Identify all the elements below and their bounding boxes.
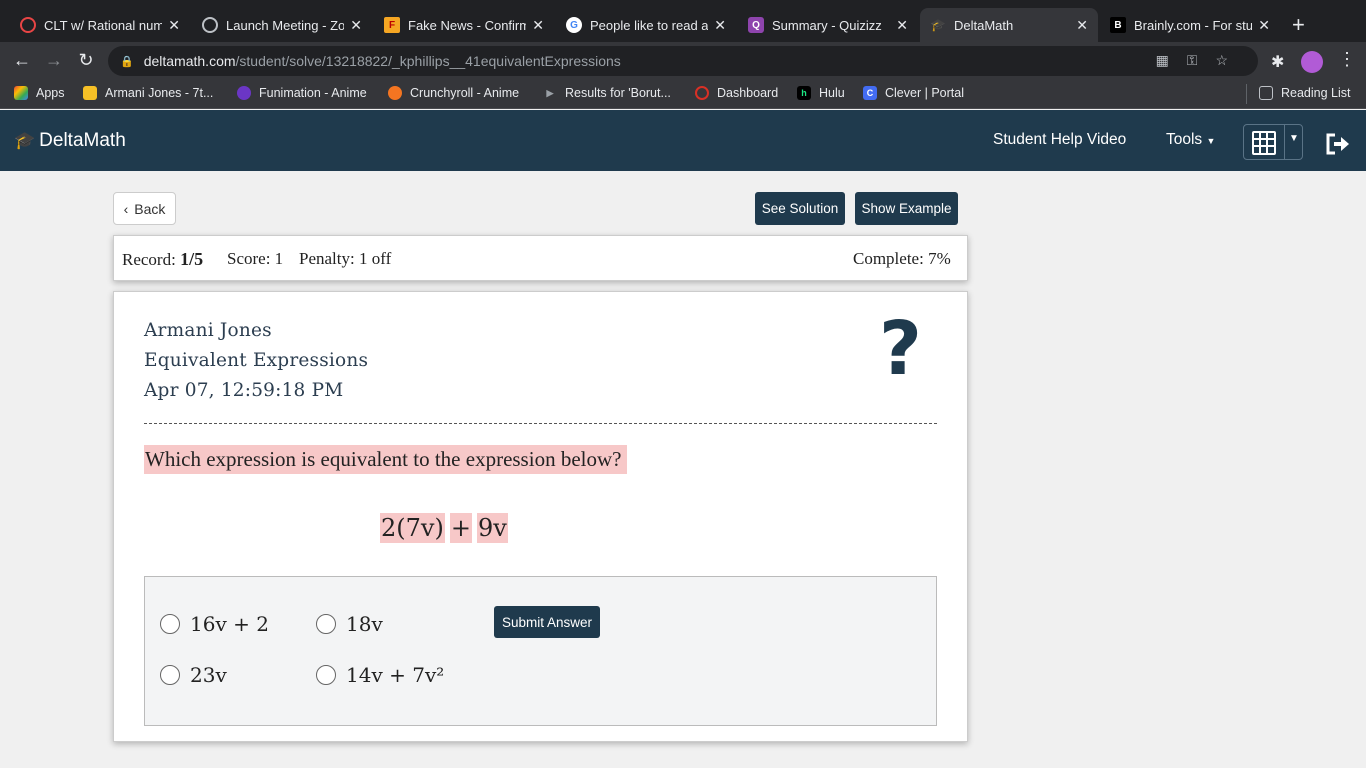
funimation-icon (237, 86, 251, 100)
answer-option[interactable]: 23v (160, 663, 227, 687)
browser-tab-active[interactable]: 🎓 DeltaMath ✕ (920, 8, 1098, 42)
profile-avatar[interactable] (1301, 51, 1323, 73)
globe-icon (202, 17, 218, 33)
show-example-button[interactable]: Show Example (855, 192, 958, 225)
lock-icon: 🔒 (120, 55, 134, 68)
apps-grid-icon (14, 86, 28, 100)
expression-term: 2(7v) (380, 513, 445, 543)
play-icon: ▶ (546, 87, 554, 98)
answer-option[interactable]: 14v + 7v² (316, 663, 444, 687)
radio-button[interactable] (160, 665, 180, 685)
question-prompt: Which expression is equivalent to the ex… (144, 445, 628, 474)
address-bar[interactable]: 🔒 deltamath.com/student/solve/13218822/_… (108, 46, 1258, 76)
close-tab-icon[interactable]: ✕ (168, 17, 180, 34)
help-question-icon[interactable]: ? (879, 312, 922, 386)
complete-stat: Complete: 7% (853, 249, 951, 268)
divider (144, 423, 937, 424)
see-solution-button[interactable]: See Solution (755, 192, 845, 225)
penalty-stat: Penalty: 1 off (299, 249, 392, 268)
close-tab-icon[interactable]: ✕ (714, 17, 726, 34)
deltamath-icon: 🎓 (930, 18, 946, 32)
f-icon: F (384, 17, 400, 33)
clt-icon (20, 17, 36, 33)
submit-answer-button[interactable]: Submit Answer (494, 606, 600, 638)
back-arrow-icon[interactable]: ← (11, 50, 33, 71)
bookmark-item[interactable]: Crunchyroll - Anime (388, 86, 519, 100)
bookmark-item[interactable]: C Clever | Portal (863, 86, 964, 100)
close-tab-icon[interactable]: ✕ (896, 17, 908, 34)
browser-tab[interactable]: Q Summary - Quizizz ✕ (738, 8, 918, 42)
caret-down-icon[interactable]: ▼ (1289, 133, 1299, 144)
chevron-left-icon: ‹ (123, 200, 129, 217)
forward-arrow-icon[interactable]: → (43, 50, 65, 71)
bookmark-item[interactable]: Armani Jones - 7t... (83, 86, 213, 100)
browser-tab[interactable]: Launch Meeting - Zo ✕ (192, 8, 372, 42)
browser-tab[interactable]: B Brainly.com - For stu ✕ (1100, 8, 1280, 42)
app-navbar: 🎓 DeltaMath Student Help Video Tools ▼ (0, 110, 1366, 171)
logout-icon[interactable] (1325, 133, 1351, 155)
bookmark-apps[interactable]: Apps (14, 86, 65, 100)
student-help-video-link[interactable]: Student Help Video (993, 131, 1126, 149)
browser-toolbar: ← → ↻ 🔒 deltamath.com/student/solve/1321… (0, 42, 1366, 80)
caret-down-icon: ▼ (1206, 136, 1216, 146)
calculator-button[interactable]: ▼ (1243, 124, 1303, 160)
back-button[interactable]: ‹ Back (113, 192, 176, 225)
reading-list[interactable]: Reading List (1259, 86, 1351, 100)
answer-panel: 16v + 2 18v 23v 14v + 7v² Submit Answer (144, 576, 937, 726)
problem-card: Armani Jones Equivalent Expressions Apr … (113, 291, 968, 742)
expression-term: 9v (476, 513, 508, 543)
student-name: Armani Jones (144, 320, 272, 341)
browser-menu-icon[interactable]: ⋮ (1338, 49, 1356, 70)
reading-list-icon (1259, 86, 1273, 100)
graduation-cap-icon: 🎓 (14, 131, 36, 150)
timestamp: Apr 07, 12:59:18 PM (144, 380, 344, 401)
record-stat: Record: 1/5 (122, 249, 204, 269)
answer-option[interactable]: 16v + 2 (160, 612, 269, 636)
bookmark-divider (1246, 84, 1247, 104)
answer-option[interactable]: 18v (316, 612, 383, 636)
radio-button[interactable] (316, 665, 336, 685)
omnibox-action-icons[interactable]: ▦⚿☆ (1156, 52, 1246, 69)
browser-tab[interactable]: CLT w/ Rational numl ✕ (10, 8, 190, 42)
reload-icon[interactable]: ↻ (75, 50, 97, 71)
assignment-title: Equivalent Expressions (144, 350, 369, 371)
hulu-icon: h (797, 86, 811, 100)
bookmark-item[interactable]: h Hulu (797, 86, 845, 100)
bookmark-item[interactable]: ▶ Results for 'Borut... (543, 86, 671, 100)
brainly-icon: B (1110, 17, 1126, 33)
clever-icon: C (863, 86, 877, 100)
extensions-puzzle-icon[interactable]: ✱ (1271, 52, 1284, 72)
folder-icon (83, 86, 97, 100)
radio-button[interactable] (316, 614, 336, 634)
bookmark-item[interactable]: Funimation - Anime (237, 86, 367, 100)
crunchyroll-icon (388, 86, 402, 100)
close-tab-icon[interactable]: ✕ (1076, 17, 1088, 34)
browser-tab[interactable]: G People like to read a ✕ (556, 8, 736, 42)
quizizz-icon: Q (748, 17, 764, 33)
score-stat: Score: 1 (227, 249, 284, 268)
expression: 2(7v) + 9v (380, 513, 508, 543)
browser-tab[interactable]: F Fake News - Confirm ✕ (374, 8, 554, 42)
bookmark-item[interactable]: Dashboard (695, 86, 778, 100)
new-tab-icon[interactable]: + (1292, 12, 1305, 38)
close-tab-icon[interactable]: ✕ (1258, 17, 1270, 34)
browser-tab-strip: CLT w/ Rational numl ✕ Launch Meeting - … (0, 0, 1366, 46)
expression-operator: + (449, 513, 472, 543)
close-tab-icon[interactable]: ✕ (532, 17, 544, 34)
radio-button[interactable] (160, 614, 180, 634)
close-tab-icon[interactable]: ✕ (350, 17, 362, 34)
record-bar: Record: 1/5 Score: 1 Penalty: 1 off Comp… (113, 235, 968, 281)
calculator-icon (1252, 131, 1276, 155)
brand-logo[interactable]: 🎓 DeltaMath (14, 130, 126, 152)
tools-menu[interactable]: Tools ▼ (1166, 131, 1215, 149)
button-divider (1284, 125, 1285, 159)
google-icon: G (566, 17, 582, 33)
bookmarks-bar: Apps Armani Jones - 7t... Funimation - A… (0, 80, 1366, 109)
dashboard-icon (695, 86, 709, 100)
